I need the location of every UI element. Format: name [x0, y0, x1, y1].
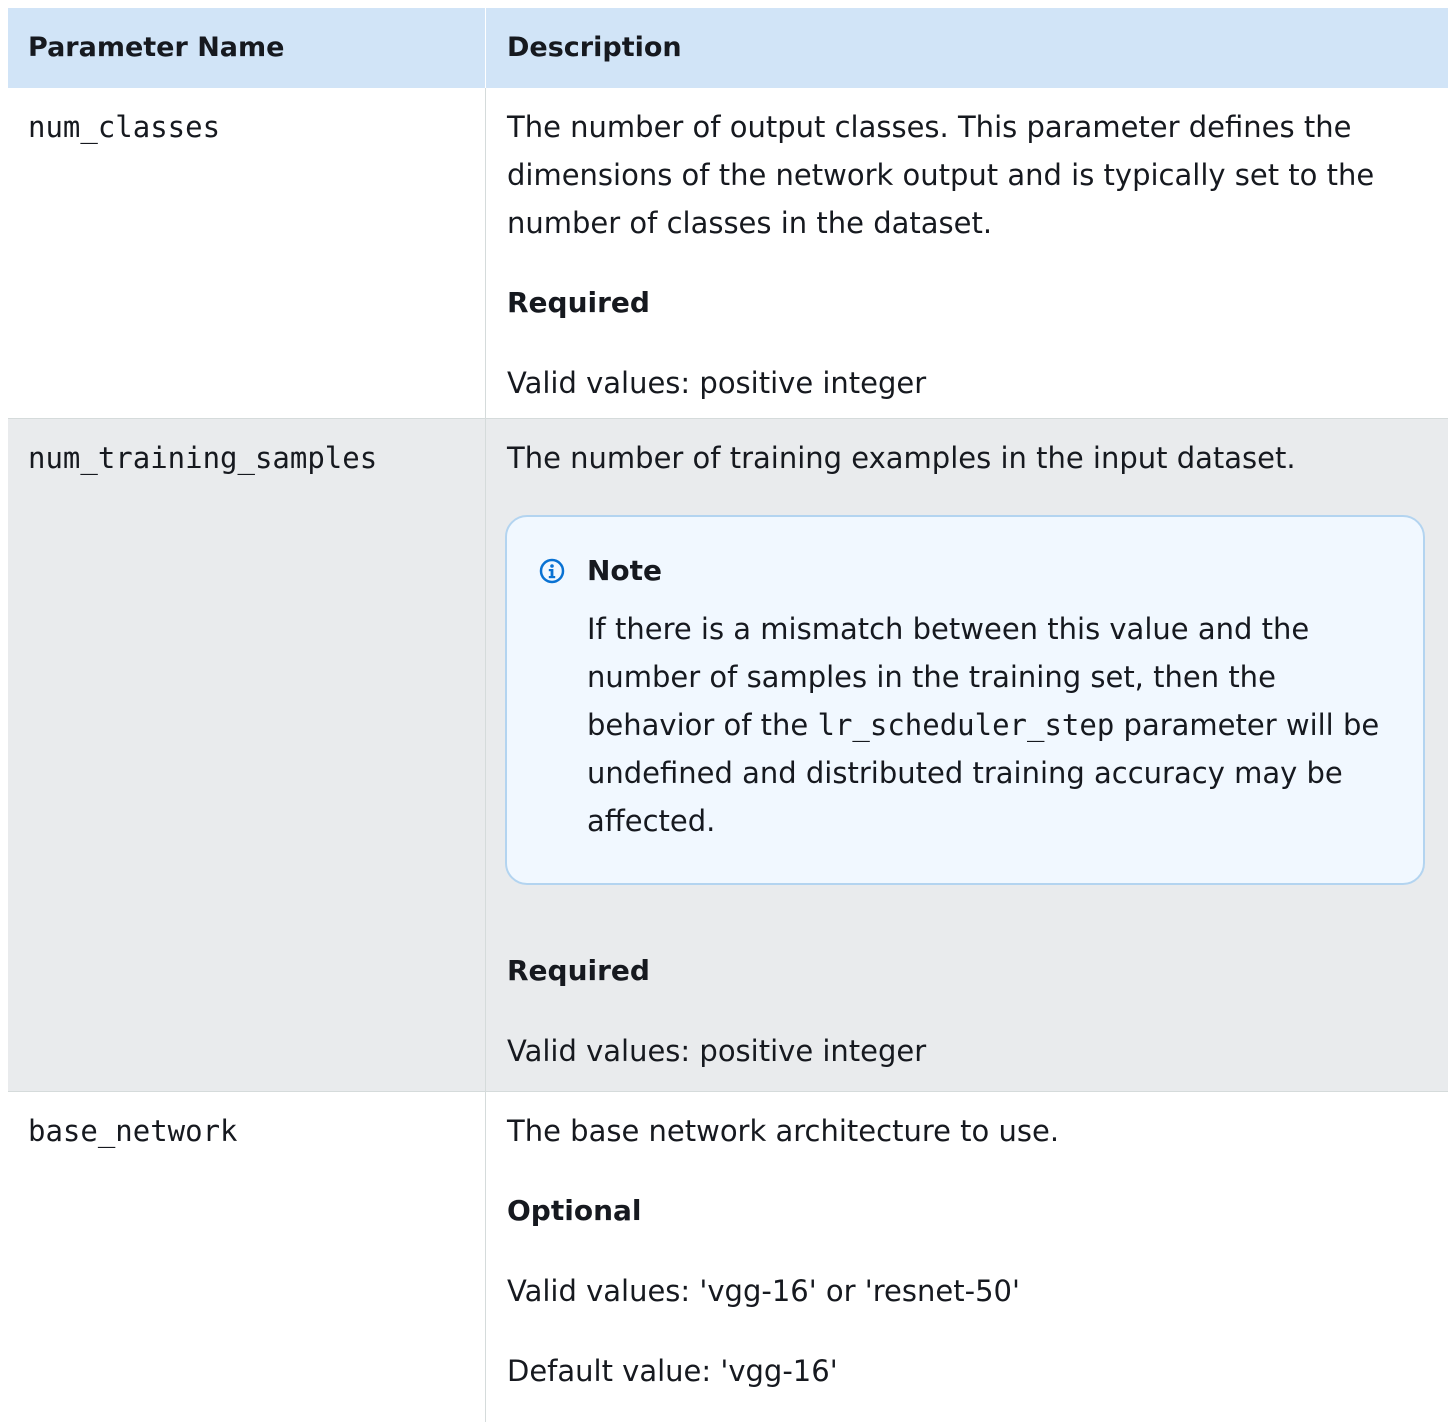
table-header: Parameter Name Description — [8, 8, 1448, 88]
header-parameter-name: Parameter Name — [8, 8, 486, 88]
parameter-description: The number of output classes. This param… — [507, 110, 1375, 240]
parameter-description: The base network architecture to use. — [507, 1114, 1060, 1148]
default-value: Default value: 'vgg-16' — [507, 1354, 838, 1388]
parameter-name-cell: num_classes — [8, 88, 486, 418]
table-row: num_training_samples The number of train… — [8, 419, 1448, 1092]
note-callout: Note If there is a mismatch between this… — [505, 515, 1425, 885]
table-row: num_classes The number of output classes… — [8, 88, 1448, 419]
requirement-label: Required — [507, 954, 650, 987]
note-header: Note — [539, 551, 1393, 591]
table-row: base_network The base network architectu… — [8, 1092, 1448, 1422]
parameter-name: num_classes — [28, 110, 221, 144]
header-description: Description — [507, 32, 682, 63]
parameter-description: The number of training examples in the i… — [507, 441, 1296, 475]
description-cell: The number of output classes. This param… — [486, 88, 1448, 418]
note-title: Note — [587, 554, 663, 587]
requirement-label: Optional — [507, 1194, 642, 1227]
parameter-name-cell: num_training_samples — [8, 419, 486, 1091]
info-icon — [539, 558, 565, 584]
parameter-name-cell: base_network — [8, 1092, 486, 1422]
note-code: lr_scheduler_step — [817, 708, 1115, 742]
valid-values: Valid values: positive integer — [507, 366, 927, 400]
description-cell: The number of training examples in the i… — [486, 419, 1448, 1091]
requirement-label: Required — [507, 286, 650, 319]
parameters-table: Parameter Name Description num_classes T… — [8, 8, 1448, 1422]
description-cell: The base network architecture to use. Op… — [486, 1092, 1448, 1422]
valid-values: Valid values: 'vgg-16' or 'resnet-50' — [507, 1274, 1020, 1308]
note-text: If there is a mismatch between this valu… — [539, 605, 1393, 845]
parameter-name: num_training_samples — [28, 441, 378, 475]
valid-values: Valid values: positive integer — [507, 1034, 927, 1068]
parameter-name: base_network — [28, 1114, 238, 1148]
